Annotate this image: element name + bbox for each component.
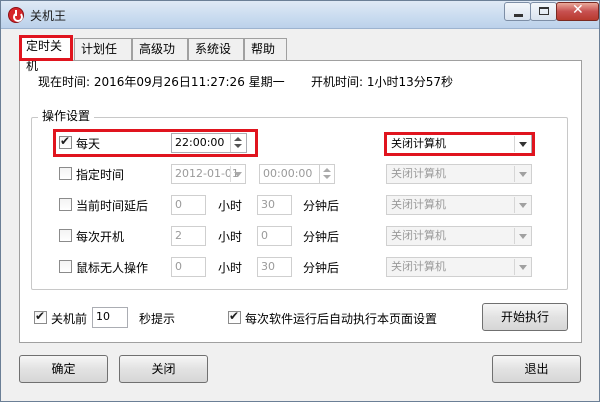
delay-action-value: 关闭计算机 xyxy=(391,198,446,211)
group-title: 操作设置 xyxy=(38,107,95,124)
idle-minutes-value: 30 xyxy=(261,260,275,273)
chevron-down-icon xyxy=(514,197,530,213)
tab-advanced[interactable]: 高级功能 xyxy=(132,38,188,76)
each-boot-label: 每次开机 xyxy=(76,230,125,244)
chevron-down-icon xyxy=(230,166,244,182)
daily-time-value: 22:00:00 xyxy=(175,136,225,149)
idle-hours-value: 0 xyxy=(175,260,182,273)
before-shutdown-label: 关机前 xyxy=(51,312,88,326)
each-boot-hours-input[interactable]: 2 xyxy=(171,226,206,246)
delay-hours-unit: 小时 xyxy=(218,199,243,213)
idle-hours-unit: 小时 xyxy=(218,261,243,275)
ok-button[interactable]: 确定 xyxy=(19,355,108,383)
tab-timed-shutdown[interactable]: 定时关机 xyxy=(19,35,73,73)
minimize-icon xyxy=(514,14,523,17)
power-icon xyxy=(8,7,24,23)
delay-action-select[interactable]: 关闭计算机 xyxy=(386,195,532,215)
each-boot-minutes-value: 0 xyxy=(261,229,268,242)
tab-system-settings[interactable]: 系统设置 xyxy=(188,38,244,76)
daily-label: 每天 xyxy=(76,137,101,151)
each-boot-action-value: 关闭计算机 xyxy=(391,229,446,242)
tab-scheduled-tasks[interactable]: 计划任务 xyxy=(74,38,132,76)
delay-checkbox[interactable] xyxy=(59,198,72,211)
specific-time-spinner[interactable] xyxy=(319,165,333,183)
auto-run-label: 每次软件运行后自动执行本页面设置 xyxy=(245,312,438,326)
title-bar[interactable]: 关机王 ✕ xyxy=(1,1,599,29)
specific-time-value: 00:00:00 xyxy=(263,167,313,180)
auto-run-checkbox[interactable] xyxy=(228,309,241,324)
delay-label: 当前时间延后 xyxy=(76,199,149,213)
idle-action-value: 关闭计算机 xyxy=(391,260,446,273)
each-boot-hours-value: 2 xyxy=(175,229,182,242)
daily-time-spinner[interactable] xyxy=(230,134,244,152)
idle-minutes-unit: 分钟后 xyxy=(303,261,340,275)
idle-hours-input[interactable]: 0 xyxy=(171,257,206,277)
before-seconds-value: 10 xyxy=(96,310,110,323)
delay-hours-input[interactable]: 0 xyxy=(171,195,206,215)
delay-minutes-value: 30 xyxy=(261,198,275,211)
daily-action-value: 关闭计算机 xyxy=(391,137,446,150)
daily-checkbox[interactable] xyxy=(59,134,72,149)
specific-date-picker[interactable]: 2012-01-01 xyxy=(171,164,246,184)
close-window-button[interactable]: ✕ xyxy=(556,2,599,21)
idle-minutes-input[interactable]: 30 xyxy=(257,257,292,277)
window-title: 关机王 xyxy=(30,9,67,23)
specific-time-checkbox[interactable] xyxy=(59,167,72,180)
chevron-down-icon xyxy=(514,259,530,275)
main-window: 关机王 ✕ 定时关机 计划任务 高级功能 系统设置 帮助 现在时间: 2016年… xyxy=(0,0,600,402)
each-boot-checkbox[interactable] xyxy=(59,229,72,242)
exit-button[interactable]: 退出 xyxy=(492,355,581,383)
current-time-text: 现在时间: 2016年09月26日11:27:26 星期一 xyxy=(38,75,285,89)
idle-label: 鼠标无人操作 xyxy=(76,261,149,275)
specific-time-label: 指定时间 xyxy=(76,168,125,182)
start-button[interactable]: 开始执行 xyxy=(482,303,568,331)
minimize-button[interactable] xyxy=(504,2,531,21)
delay-minutes-input[interactable]: 30 xyxy=(257,195,292,215)
each-boot-hours-unit: 小时 xyxy=(218,230,243,244)
specific-action-value: 关闭计算机 xyxy=(391,167,446,180)
close-icon: ✕ xyxy=(572,2,584,18)
close-button[interactable]: 关闭 xyxy=(119,355,208,383)
delay-minutes-unit: 分钟后 xyxy=(303,199,340,213)
each-boot-minutes-input[interactable]: 0 xyxy=(257,226,292,246)
idle-checkbox[interactable] xyxy=(59,260,72,273)
maximize-button[interactable] xyxy=(530,2,557,21)
maximize-icon xyxy=(539,7,549,15)
before-shutdown-checkbox[interactable] xyxy=(34,309,47,324)
specific-action-select[interactable]: 关闭计算机 xyxy=(386,164,532,184)
chevron-down-icon xyxy=(514,136,530,152)
daily-action-select[interactable]: 关闭计算机 xyxy=(386,134,532,154)
tab-help[interactable]: 帮助 xyxy=(244,38,287,60)
each-boot-minutes-unit: 分钟后 xyxy=(303,230,340,244)
chevron-down-icon xyxy=(514,166,530,182)
uptime-text: 开机时间: 1小时13分57秒 xyxy=(311,75,454,89)
before-seconds-suffix: 秒提示 xyxy=(139,312,176,326)
chevron-down-icon xyxy=(514,228,530,244)
delay-hours-value: 0 xyxy=(175,198,182,211)
idle-action-select[interactable]: 关闭计算机 xyxy=(386,257,532,277)
each-boot-action-select[interactable]: 关闭计算机 xyxy=(386,226,532,246)
before-seconds-input[interactable]: 10 xyxy=(92,307,128,328)
